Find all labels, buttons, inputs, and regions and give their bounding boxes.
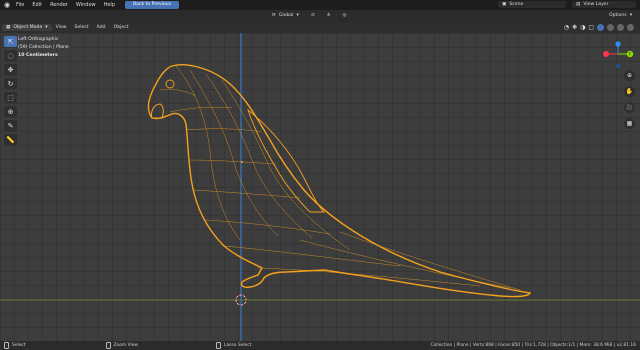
pivot-icon: ⊙ <box>310 13 315 18</box>
move-icon: ✥ <box>7 65 14 74</box>
grid-view-icon[interactable]: ▦ <box>624 118 635 129</box>
gizmo-y-label: Y <box>628 52 632 57</box>
collection-info: (59) Collection | Plane <box>18 45 69 50</box>
viewport-header: ▦ Object Mode ▾ View Select Add Object ◔… <box>0 22 640 33</box>
status-hint-select: Select <box>4 342 26 349</box>
menu-select[interactable]: Select <box>71 25 93 30</box>
grid-unit: 10 Centimeters <box>18 53 58 58</box>
measure-tool[interactable]: 📏 <box>4 134 17 145</box>
gizmo-neg-z-axis[interactable] <box>615 63 621 69</box>
cursor-tool[interactable]: ◌ <box>4 50 17 61</box>
select-box-icon: ⇱ <box>7 37 14 46</box>
transform-tool[interactable]: ⊕ <box>4 106 17 117</box>
material-shading-button[interactable] <box>617 24 624 31</box>
parrot-outline <box>147 64 532 298</box>
gizmo-toggle-icon[interactable]: ✥ <box>572 24 577 31</box>
scene-icon: ▣ <box>502 2 507 7</box>
scene-label: Scene <box>509 2 524 7</box>
origin-point <box>241 161 243 163</box>
menu-render[interactable]: Render <box>46 2 72 8</box>
parrot-beak <box>151 103 164 119</box>
parrot-mesh[interactable] <box>147 64 532 298</box>
proportional-edit-toggle[interactable]: ◎ <box>338 12 351 19</box>
gizmo-x-axis[interactable] <box>603 51 609 57</box>
rotate-icon: ↻ <box>7 79 14 88</box>
annotate-icon: ✎ <box>7 121 14 130</box>
orientation-icon: ⟳ <box>272 13 276 18</box>
object-mode-icon: ▦ <box>6 25 11 30</box>
transform-icon: ⊕ <box>7 107 14 116</box>
viewport-info-overlay: Left Orthographic (59) Collection | Plan… <box>18 36 69 60</box>
back-to-previous-button[interactable]: Back to Previous <box>125 1 180 9</box>
view-layer-icon: ▤ <box>576 2 581 7</box>
navigation-buttons: ⊕ ✋ 🎥 ▦ <box>624 70 635 129</box>
pivot-point-dropdown[interactable]: ⊙ <box>306 12 319 19</box>
options-label: Options <box>608 13 627 18</box>
snap-toggle[interactable]: ⋔ <box>322 12 335 19</box>
rendered-shading-button[interactable] <box>627 24 634 31</box>
blender-logo-icon[interactable]: ◉ <box>2 0 12 10</box>
object-mode-label: Object Mode <box>13 25 43 30</box>
chevron-down-icon: ▾ <box>296 13 299 18</box>
orientation-label: Global <box>278 13 294 18</box>
pan-hand-icon[interactable]: ✋ <box>624 86 635 97</box>
xray-toggle-icon[interactable]: ▢ <box>588 24 594 31</box>
options-dropdown[interactable]: Options ▾ <box>604 12 636 19</box>
mouse-left-icon <box>4 342 9 349</box>
move-tool[interactable]: ✥ <box>4 64 17 75</box>
top-menu-bar: ◉ File Edit Render Window Help Back to P… <box>0 0 640 10</box>
mouse-right-icon <box>216 342 222 349</box>
scale-tool[interactable]: ⬚ <box>4 92 17 103</box>
rotate-tool[interactable]: ↻ <box>4 78 17 89</box>
view-name: Left Orthographic <box>18 37 59 42</box>
cursor-icon: ◌ <box>7 51 14 60</box>
status-hint-zoom: Zoom View <box>105 342 138 349</box>
scene-selector[interactable]: ▣ Scene <box>498 1 566 8</box>
parrot-eye <box>165 79 175 89</box>
status-bar: Select Zoom View Lasso Select Collection… <box>0 341 640 350</box>
proportional-icon: ◎ <box>342 13 347 18</box>
gizmo-z-axis[interactable] <box>615 41 621 47</box>
transform-orientation-dropdown[interactable]: ⟳ Global ▾ <box>268 12 303 19</box>
menu-file[interactable]: File <box>12 2 28 8</box>
view-layer-selector[interactable]: ▤ View Layer <box>572 1 636 8</box>
object-mode-dropdown[interactable]: ▦ Object Mode ▾ <box>2 24 52 31</box>
overlay-toggle-icon[interactable]: ◑ <box>580 24 585 31</box>
chevron-down-icon: ▾ <box>45 25 48 30</box>
wireframe-shading-button[interactable] <box>597 24 604 31</box>
status-hint-lasso: Lasso Select <box>216 342 251 349</box>
view-layer-label: View Layer <box>583 2 609 7</box>
annotate-tool[interactable]: ✎ <box>4 120 17 131</box>
menu-window[interactable]: Window <box>72 2 100 8</box>
menu-view[interactable]: View <box>52 25 71 30</box>
measure-icon: 📏 <box>6 135 15 144</box>
mouse-middle-icon <box>105 342 111 349</box>
zoom-icon[interactable]: ⊕ <box>624 70 635 81</box>
tool-shelf: ⇱ ◌ ✥ ↻ ⬚ ⊕ ✎ 📏 <box>4 36 18 145</box>
menu-edit[interactable]: Edit <box>28 2 46 8</box>
chevron-down-icon: ▾ <box>629 13 632 18</box>
scale-icon: ⬚ <box>7 93 14 102</box>
scene-statistics: Collection | Plane | Verts:868 | Faces:8… <box>430 343 636 348</box>
visibility-icon[interactable]: ◔ <box>564 24 569 31</box>
solid-shading-button[interactable] <box>607 24 614 31</box>
camera-icon[interactable]: 🎥 <box>624 102 635 113</box>
wireframe-edges <box>159 65 521 291</box>
viewport-scene[interactable] <box>0 33 640 341</box>
menu-add[interactable]: Add <box>93 25 110 30</box>
select-box-tool[interactable]: ⇱ <box>4 36 17 47</box>
menu-help[interactable]: Help <box>100 2 119 8</box>
menu-object[interactable]: Object <box>110 25 133 30</box>
snap-icon: ⋔ <box>326 13 331 18</box>
